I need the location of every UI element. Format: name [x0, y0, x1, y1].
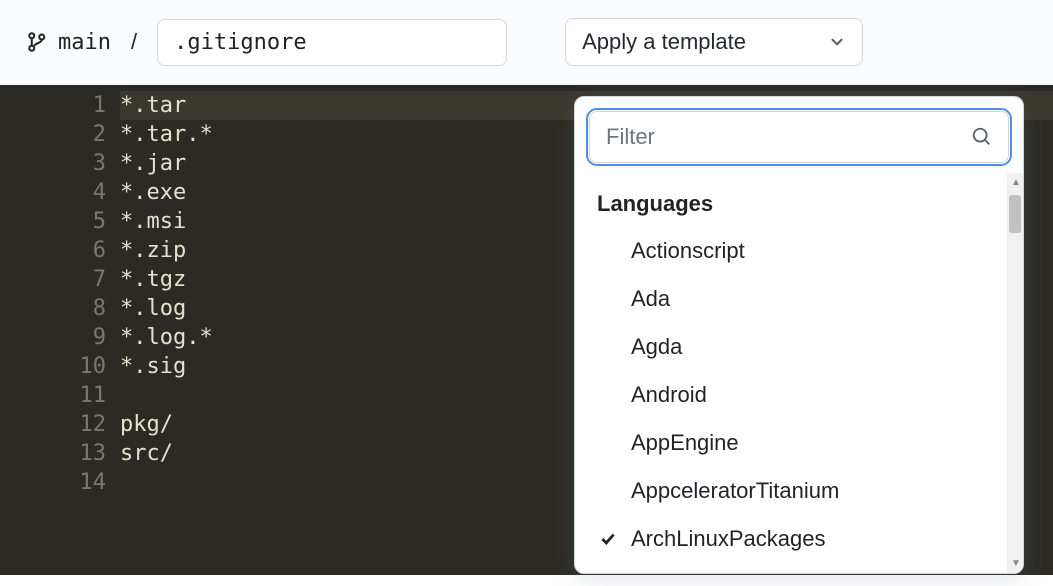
- branch-name: main: [58, 30, 111, 55]
- template-option[interactable]: AppceleratorTitanium: [575, 467, 1007, 515]
- line-number: 2: [0, 120, 106, 149]
- file-path-toolbar: main / Apply a template: [0, 0, 1053, 85]
- template-option-label: Ada: [631, 286, 670, 312]
- line-number: 6: [0, 236, 106, 265]
- line-number: 7: [0, 265, 106, 294]
- branch-selector[interactable]: main: [28, 30, 111, 55]
- check-icon: [597, 530, 619, 548]
- dropdown-scrollbar[interactable]: ▲ ▼: [1007, 173, 1023, 573]
- template-option-label: AppceleratorTitanium: [631, 478, 839, 504]
- template-option[interactable]: Android: [575, 371, 1007, 419]
- template-option[interactable]: Agda: [575, 323, 1007, 371]
- dropdown-heading: Languages: [575, 179, 1007, 227]
- template-option-label: Android: [631, 382, 707, 408]
- line-number: 4: [0, 178, 106, 207]
- template-option[interactable]: Ada: [575, 275, 1007, 323]
- line-number: 11: [0, 381, 106, 410]
- line-number: 13: [0, 439, 106, 468]
- line-number: 1: [0, 91, 106, 120]
- template-filter-input[interactable]: [589, 111, 1009, 163]
- line-number: 9: [0, 323, 106, 352]
- line-number: 3: [0, 149, 106, 178]
- template-option-label: ArchLinuxPackages: [631, 526, 825, 552]
- line-number: 5: [0, 207, 106, 236]
- template-option-label: AppEngine: [631, 430, 739, 456]
- line-number: 12: [0, 410, 106, 439]
- template-option[interactable]: ArchLinuxPackages: [575, 515, 1007, 563]
- line-number: 14: [0, 468, 106, 497]
- search-icon: [971, 126, 993, 148]
- scroll-down-arrow[interactable]: ▼: [1011, 558, 1021, 569]
- git-branch-icon: [28, 32, 48, 52]
- line-number: 8: [0, 294, 106, 323]
- line-number: 10: [0, 352, 106, 381]
- template-select-label: Apply a template: [582, 29, 746, 55]
- path-separator: /: [125, 29, 143, 55]
- template-dropdown: Languages Actionscript Ada Agda Android AppE…: [574, 96, 1024, 574]
- apply-template-select[interactable]: Apply a template: [565, 18, 863, 66]
- line-number-gutter: 1234567891011121314: [0, 85, 120, 575]
- template-option[interactable]: AppEngine: [575, 419, 1007, 467]
- template-option-label: Actionscript: [631, 238, 745, 264]
- template-option-label: Agda: [631, 334, 682, 360]
- scrollbar-thumb[interactable]: [1009, 195, 1021, 233]
- chevron-down-icon: [828, 33, 846, 51]
- filename-input[interactable]: [157, 19, 507, 66]
- scroll-up-arrow[interactable]: ▲: [1011, 177, 1021, 188]
- template-option[interactable]: Actionscript: [575, 227, 1007, 275]
